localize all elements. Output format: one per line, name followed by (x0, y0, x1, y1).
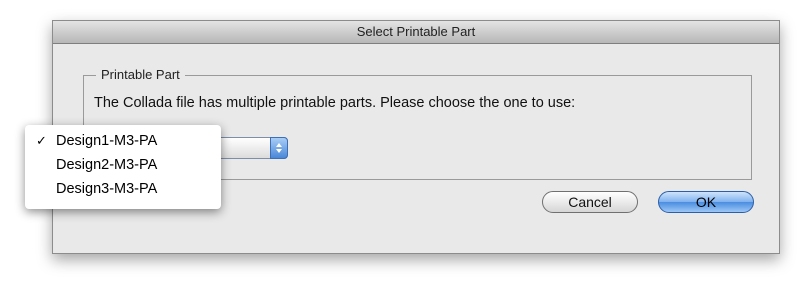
ok-button[interactable]: OK (658, 191, 754, 213)
menu-item-label: Design2-M3-PA (56, 157, 158, 173)
cancel-button[interactable]: Cancel (542, 191, 638, 213)
printable-part-dropdown-menu: ✓ Design1-M3-PA Design2-M3-PA Design3-M3… (25, 125, 221, 209)
popup-arrows-icon[interactable] (270, 137, 288, 159)
menu-item-design2[interactable]: Design2-M3-PA (25, 155, 221, 175)
dialog-title: Select Printable Part (356, 24, 476, 39)
menu-item-design3[interactable]: Design3-M3-PA (25, 179, 221, 199)
dialog-titlebar[interactable]: Select Printable Part (53, 21, 779, 44)
menu-item-label: Design3-M3-PA (56, 181, 158, 197)
checkmark-icon: ✓ (36, 133, 47, 148)
group-label: Printable Part (96, 67, 185, 82)
instruction-message: The Collada file has multiple printable … (94, 95, 576, 111)
menu-item-label: Design1-M3-PA (56, 133, 158, 149)
menu-item-design1[interactable]: ✓ Design1-M3-PA (25, 131, 221, 151)
